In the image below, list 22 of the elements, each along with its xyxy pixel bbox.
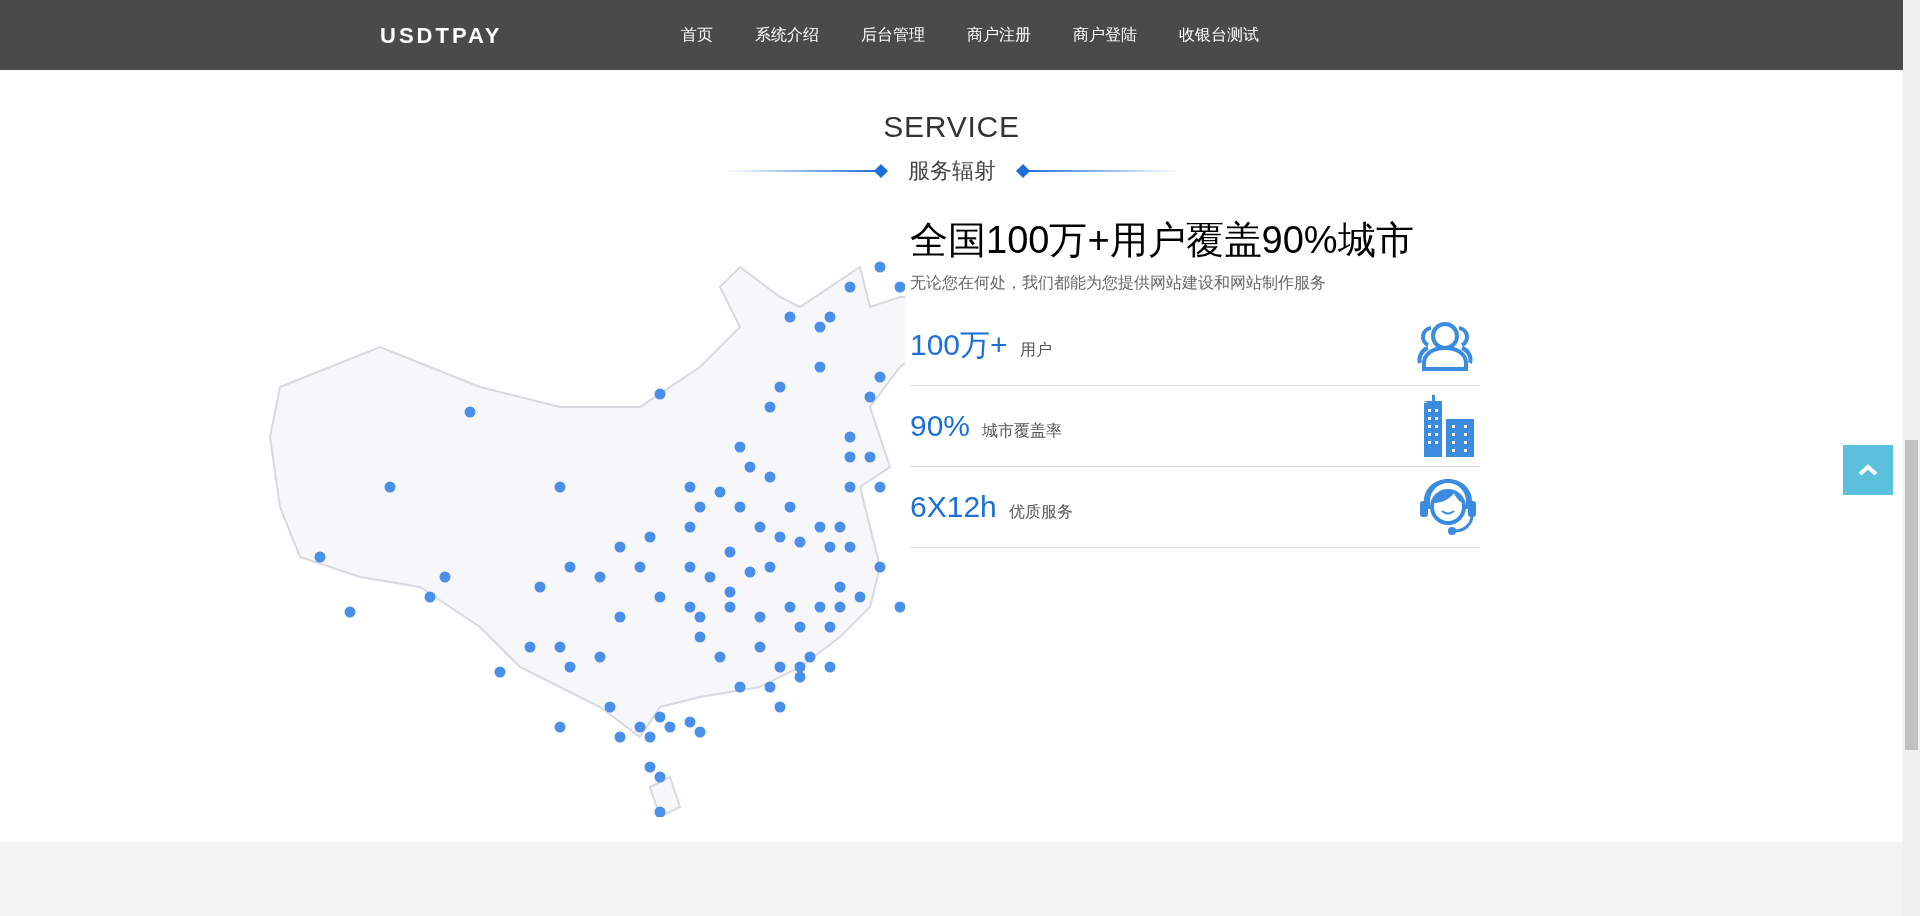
stat-label: 优质服务 [1008, 502, 1073, 522]
nav-link[interactable]: 商户注册 [966, 23, 1032, 47]
section-title: SERVICE [883, 112, 1020, 142]
buildings-icon [1422, 394, 1476, 457]
coverage-description: 无论您在何处，我们都能为您提供网站建设和网站制作服务 [910, 272, 1327, 293]
site-logo[interactable]: USDTPAY [380, 18, 680, 52]
headset-agent-icon [1420, 476, 1476, 537]
nav-link[interactable]: 首页 [680, 23, 714, 47]
stat-value: 90% [910, 408, 971, 444]
nav-link[interactable]: 后台管理 [860, 23, 926, 47]
coverage-heading: 全国100万+用户覆盖90%城市 [910, 218, 1415, 263]
nav-link[interactable]: 系统介绍 [754, 23, 820, 47]
scrollbar-thumb[interactable] [1905, 440, 1918, 750]
back-to-top-button[interactable] [1843, 445, 1893, 495]
nav-link[interactable]: 商户登陆 [1072, 23, 1138, 47]
stat-label: 用户 [1019, 340, 1052, 360]
stat-label: 城市覆盖率 [982, 421, 1063, 441]
stat-value: 6X12h [910, 489, 997, 525]
chevron-up-icon [1858, 464, 1878, 476]
nav-link[interactable]: 收银台测试 [1178, 23, 1260, 47]
section-subtitle: 服务辐射 [907, 157, 996, 185]
stat-value: 100万+ [910, 327, 1008, 363]
